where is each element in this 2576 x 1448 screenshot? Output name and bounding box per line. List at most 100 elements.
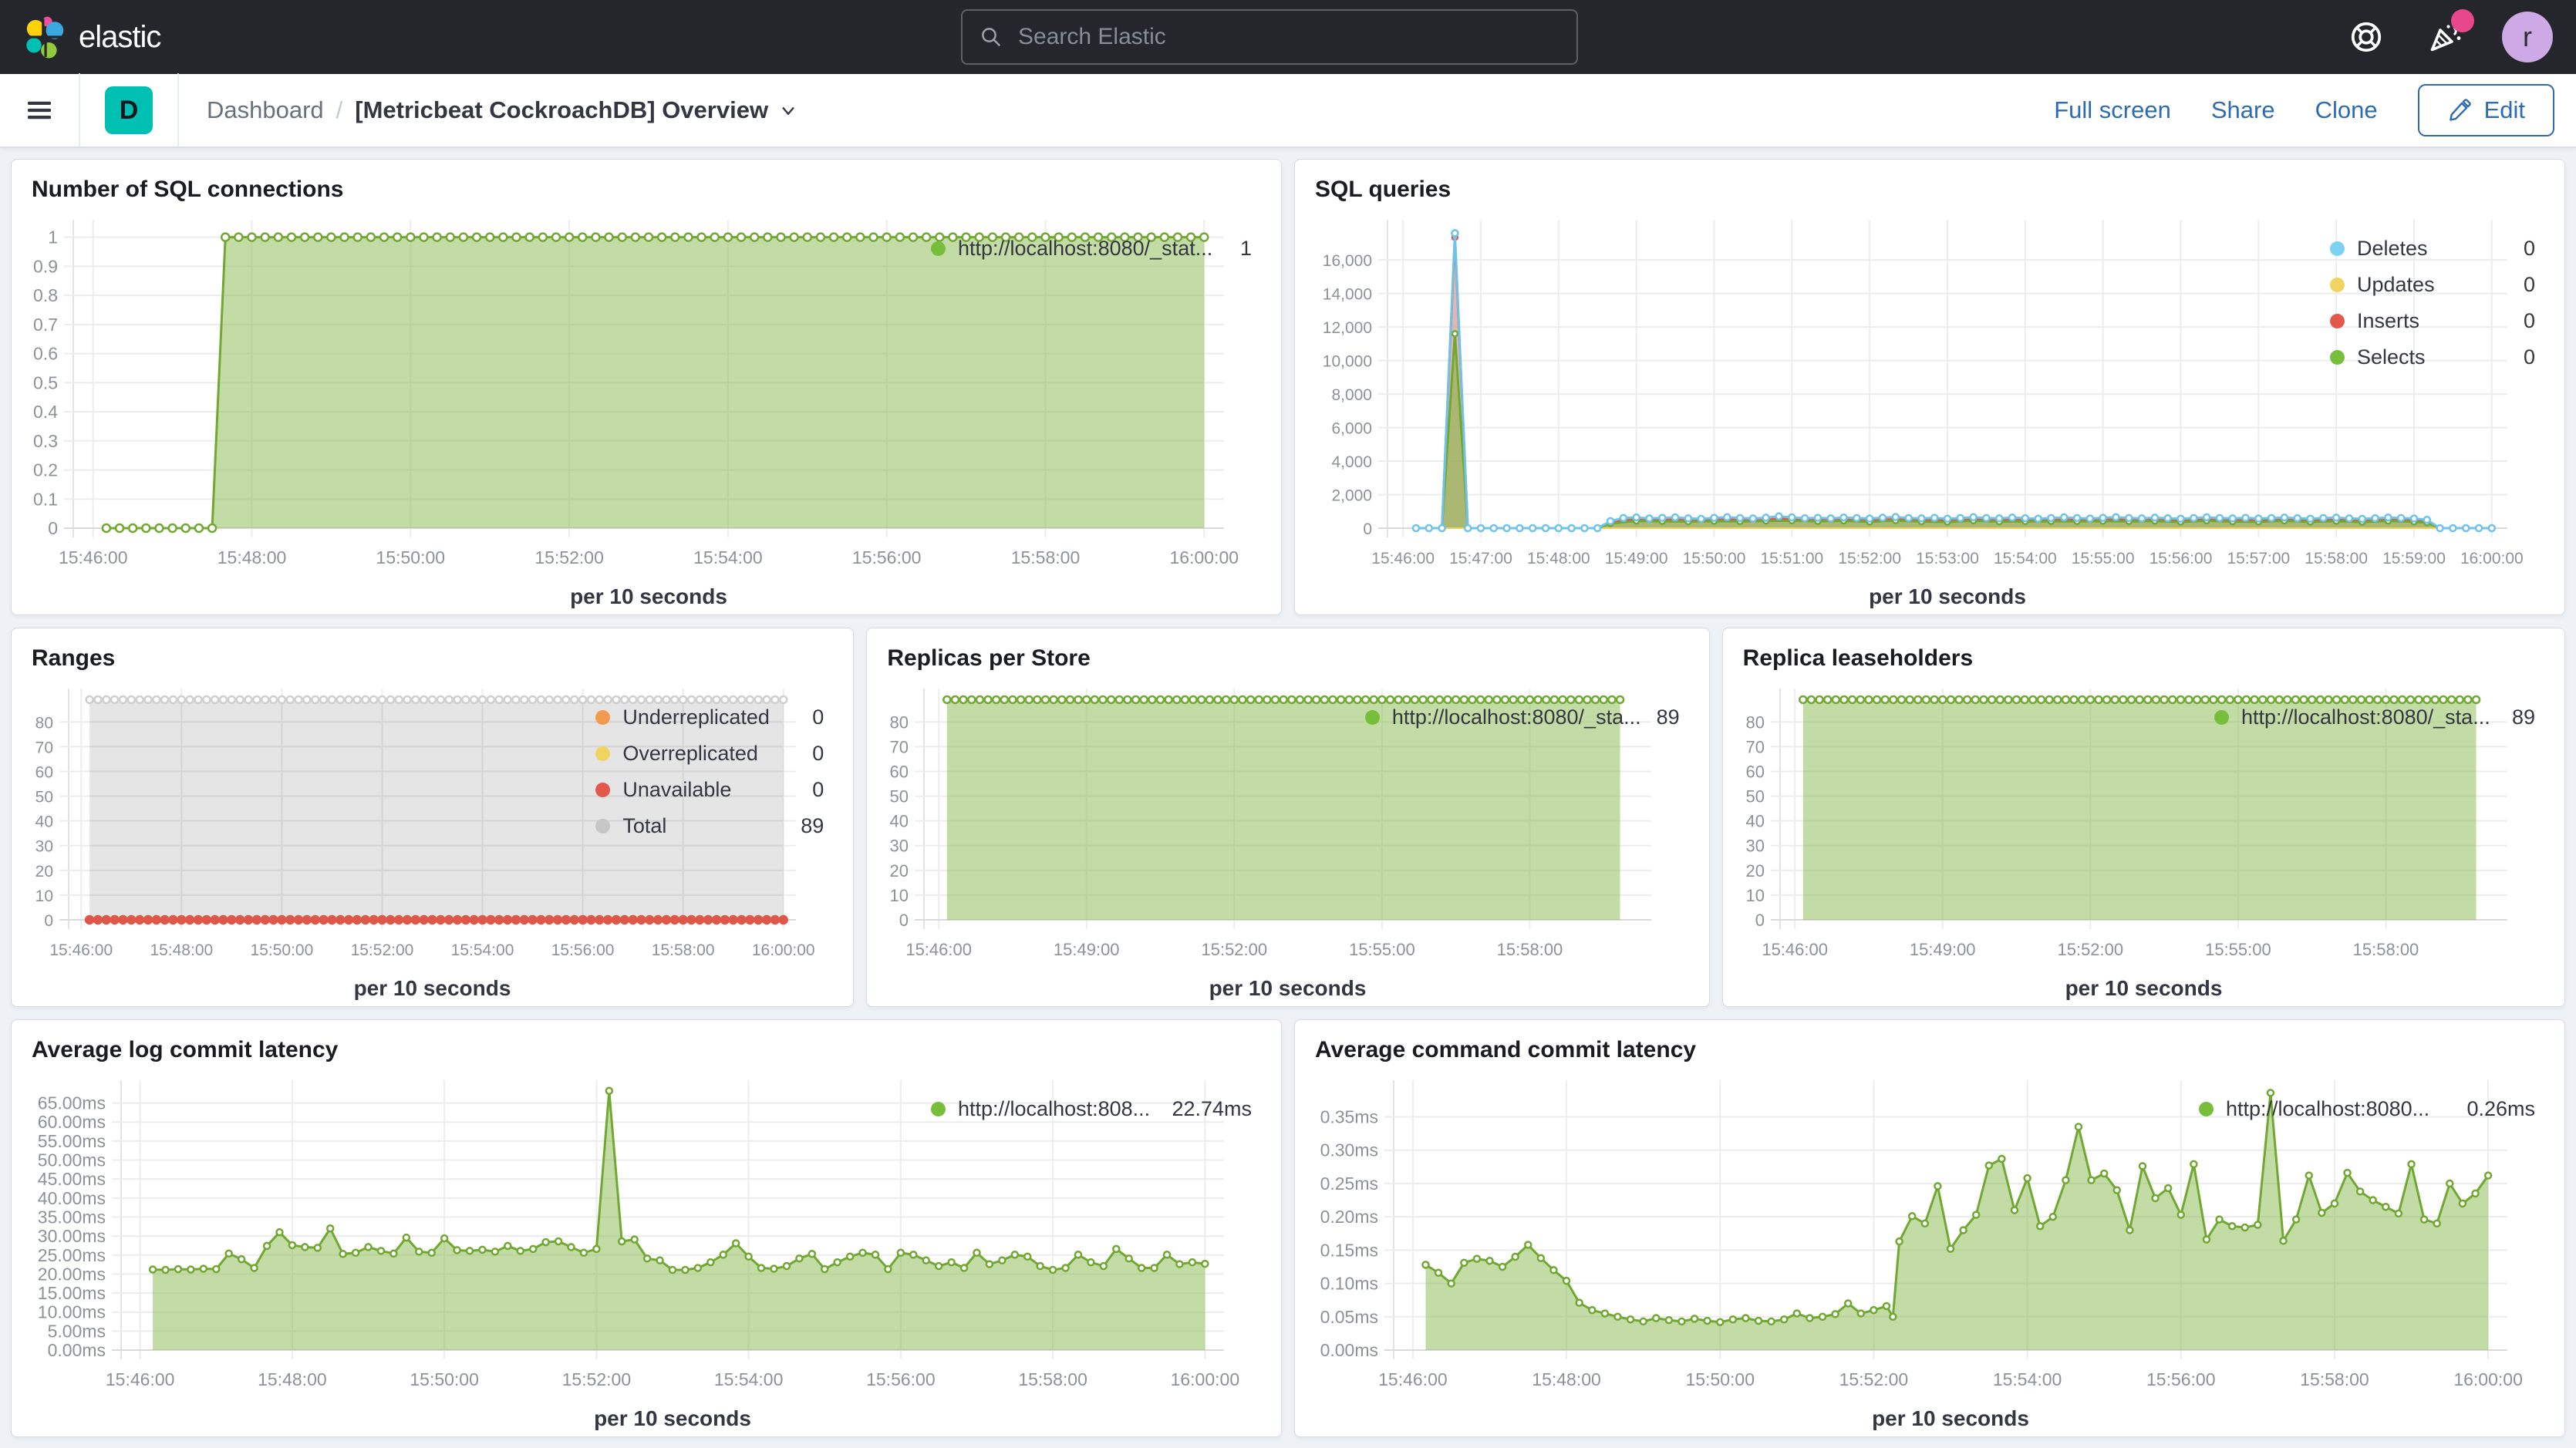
panel-title: Ranges	[12, 628, 853, 676]
legend-color-dot	[595, 819, 610, 833]
svg-text:15:46:00: 15:46:00	[1371, 550, 1435, 567]
chart-canvas-command-commit-latency[interactable]: 15:46:0015:48:0015:50:0015:52:0015:54:00…	[1301, 1068, 2191, 1433]
svg-text:14,000: 14,000	[1323, 286, 1372, 304]
legend-item[interactable]: Underreplicated0	[595, 705, 824, 729]
legend-item[interactable]: Unavailable0	[595, 778, 824, 802]
svg-text:80: 80	[890, 712, 909, 732]
legend-item[interactable]: Updates0	[2330, 273, 2535, 297]
legend-value: 0	[2524, 273, 2535, 297]
legend-color-dot	[595, 783, 610, 797]
legend-color-dot	[931, 1102, 946, 1116]
chart-legend: http://localhost:8080...0.26ms	[2191, 1068, 2555, 1433]
svg-text:15:46:00: 15:46:00	[1762, 940, 1828, 959]
svg-text:15:46:00: 15:46:00	[59, 547, 128, 567]
avatar-initial: r	[2523, 21, 2532, 53]
panel-sql-queries: SQL queries 15:46:0015:47:0015:48:0015:4…	[1294, 159, 2565, 615]
svg-text:60: 60	[1745, 762, 1764, 781]
svg-text:15:54:00: 15:54:00	[714, 1369, 784, 1389]
svg-text:5.00ms: 5.00ms	[48, 1321, 106, 1341]
legend-item[interactable]: http://localhost:8080/_stat...1	[931, 237, 1252, 261]
dashboard-app-badge[interactable]: D	[105, 86, 153, 134]
legend-value: 89	[1657, 705, 1680, 729]
legend-item[interactable]: http://localhost:8080/_sta...89	[1365, 705, 1680, 729]
legend-item[interactable]: http://localhost:808...22.74ms	[931, 1097, 1252, 1121]
brand-text: elastic	[79, 20, 160, 55]
full-screen-button[interactable]: Full screen	[2054, 96, 2171, 124]
svg-text:15:46:00: 15:46:00	[49, 941, 113, 959]
edit-button[interactable]: Edit	[2418, 84, 2554, 136]
svg-text:0.5: 0.5	[33, 372, 58, 392]
global-search	[961, 9, 1578, 65]
svg-text:16,000: 16,000	[1323, 252, 1372, 270]
svg-text:15:52:00: 15:52:00	[562, 1369, 632, 1389]
elastic-logo[interactable]: elastic	[23, 15, 160, 59]
chart-canvas-log-commit-latency[interactable]: 15:46:0015:48:0015:50:0015:52:0015:54:00…	[18, 1068, 923, 1433]
svg-text:15:51:00: 15:51:00	[1760, 550, 1823, 567]
menu-button[interactable]	[0, 73, 80, 147]
panel-title: Replica leaseholders	[1723, 628, 2564, 676]
svg-text:70: 70	[1745, 737, 1764, 756]
svg-text:0.9: 0.9	[33, 256, 58, 276]
svg-text:15:52:00: 15:52:00	[1838, 550, 1901, 567]
svg-text:0.00ms: 0.00ms	[1320, 1340, 1378, 1360]
svg-text:0.15ms: 0.15ms	[1320, 1240, 1378, 1260]
svg-text:15:49:00: 15:49:00	[1605, 550, 1668, 567]
svg-text:0.20ms: 0.20ms	[1320, 1207, 1378, 1227]
clone-button[interactable]: Clone	[2315, 96, 2378, 124]
svg-text:70: 70	[35, 739, 53, 756]
svg-text:0.00ms: 0.00ms	[48, 1340, 106, 1360]
chart-canvas-sql-queries[interactable]: 15:46:0015:47:0015:48:0015:49:0015:50:00…	[1301, 207, 2322, 611]
svg-text:0.2: 0.2	[33, 460, 58, 480]
dashboard-title-menu[interactable]: [Metricbeat CockroachDB] Overview	[355, 96, 799, 124]
chart-legend: http://localhost:8080/_stat...1	[923, 207, 1272, 611]
legend-color-dot	[2330, 278, 2345, 292]
svg-text:0.35ms: 0.35ms	[1320, 1107, 1378, 1127]
user-avatar[interactable]: r	[2502, 12, 2553, 62]
svg-text:15:50:00: 15:50:00	[1685, 1369, 1755, 1389]
life-ring-icon	[2348, 19, 2384, 55]
svg-text:55.00ms: 55.00ms	[38, 1131, 106, 1151]
share-button[interactable]: Share	[2211, 96, 2275, 124]
svg-text:15:52:00: 15:52:00	[351, 941, 414, 959]
legend-value: 1	[1240, 237, 1252, 261]
edit-button-label: Edit	[2484, 96, 2525, 124]
chart-legend: Underreplicated0 Overreplicated0 Unavailab…	[588, 676, 844, 1003]
svg-text:80: 80	[35, 714, 53, 732]
legend-item[interactable]: Overreplicated0	[595, 742, 824, 766]
svg-text:15:48:00: 15:48:00	[1532, 1369, 1601, 1389]
svg-text:8,000: 8,000	[1331, 386, 1372, 404]
chart-canvas-replicas-per-store[interactable]: 15:46:0015:49:0015:52:0015:55:0015:58:00…	[873, 676, 1357, 1003]
svg-text:15:49:00: 15:49:00	[1054, 940, 1120, 959]
svg-text:20: 20	[1745, 861, 1764, 881]
legend-item[interactable]: http://localhost:8080...0.26ms	[2199, 1097, 2535, 1121]
panel-title: SQL queries	[1295, 160, 2564, 207]
breadcrumb-dashboard-link[interactable]: Dashboard	[207, 96, 324, 124]
svg-text:50: 50	[35, 789, 53, 807]
chart-canvas-sql-connections[interactable]: 15:46:0015:48:0015:50:0015:52:0015:54:00…	[18, 207, 923, 611]
svg-text:60: 60	[890, 762, 909, 781]
legend-item[interactable]: Selects0	[2330, 345, 2535, 369]
chart-canvas-replica-leaseholders[interactable]: 15:46:0015:49:0015:52:0015:55:0015:58:00…	[1729, 676, 2207, 1003]
help-button[interactable]	[2345, 15, 2388, 59]
legend-item[interactable]: Inserts0	[2330, 309, 2535, 333]
legend-label: Deletes	[2357, 237, 2508, 261]
svg-text:15.00ms: 15.00ms	[38, 1283, 106, 1303]
search-input[interactable]	[1017, 23, 1559, 51]
legend-item[interactable]: Total89	[595, 814, 824, 838]
svg-text:15:52:00: 15:52:00	[534, 547, 604, 567]
svg-text:10.00ms: 10.00ms	[38, 1302, 106, 1322]
legend-item[interactable]: Deletes0	[2330, 237, 2535, 261]
svg-text:70: 70	[890, 737, 909, 756]
legend-label: Selects	[2357, 345, 2508, 369]
legend-item[interactable]: http://localhost:8080/_sta...89	[2214, 705, 2535, 729]
svg-text:0.8: 0.8	[33, 285, 58, 305]
svg-text:0.10ms: 0.10ms	[1320, 1274, 1378, 1294]
legend-color-dot	[1365, 710, 1380, 725]
svg-text:15:56:00: 15:56:00	[852, 547, 922, 567]
svg-text:15:46:00: 15:46:00	[1378, 1369, 1448, 1389]
chart-canvas-ranges[interactable]: 15:46:0015:48:0015:50:0015:52:0015:54:00…	[18, 676, 588, 1003]
svg-text:15:48:00: 15:48:00	[1527, 550, 1590, 567]
svg-text:20.00ms: 20.00ms	[38, 1264, 106, 1284]
svg-text:15:49:00: 15:49:00	[1910, 940, 1976, 959]
whats-new-button[interactable]	[2423, 15, 2466, 59]
